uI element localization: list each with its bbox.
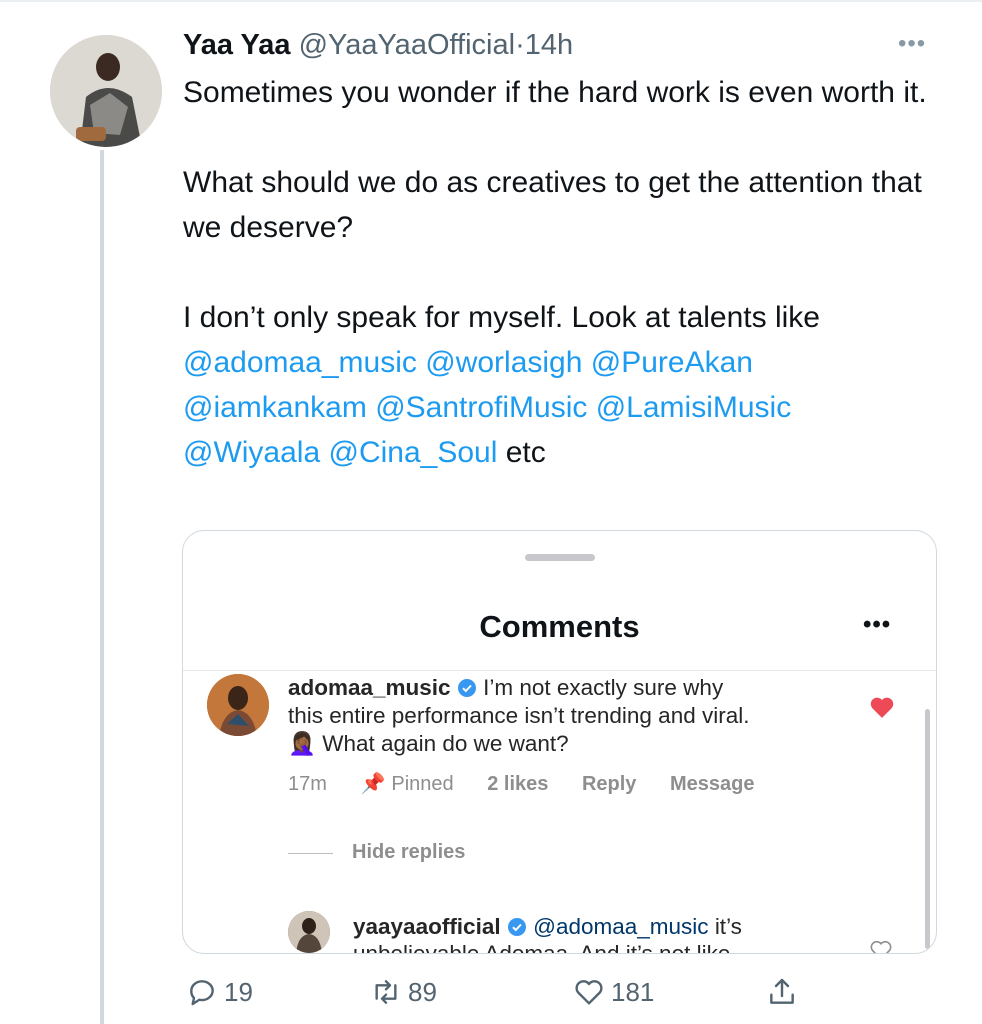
comment-text-line-3: What again do we want? [322, 731, 569, 756]
reply-button[interactable]: 19 [186, 976, 253, 1008]
media-attachment[interactable]: Comments ••• adomaa_music I’m not exactl… [182, 530, 937, 954]
tweet-paragraph-3-text: I don’t only speak for myself. Look at t… [183, 301, 820, 334]
verified-badge-icon [457, 679, 476, 697]
more-options-icon[interactable]: ••• [898, 30, 926, 58]
reply-avatar [288, 911, 330, 953]
sheet-grabber-handle [525, 554, 595, 561]
reply-username: yaayaaofficial [353, 914, 501, 939]
hide-replies-label: Hide replies [352, 841, 466, 863]
pinned-label: Pinned [391, 773, 454, 795]
heart-icon [575, 980, 603, 1005]
tweet-header: Yaa Yaa @YaaYaaOfficial·14h [183, 26, 573, 64]
facepalm-emoji: 🤦🏾‍♀️ [288, 731, 317, 756]
pinned-comment: adomaa_music I’m not exactly sure why th… [288, 674, 808, 758]
reply-icon [190, 980, 214, 1006]
comment-username: adomaa_music [288, 675, 451, 700]
comments-divider [183, 670, 936, 671]
share-icon [770, 978, 794, 1004]
separator-dot: · [515, 29, 525, 61]
retweet-button[interactable]: 89 [370, 976, 437, 1008]
author-handle[interactable]: @YaaYaaOfficial [299, 29, 515, 61]
tweet-body: Sometimes you wonder if the hard work is… [183, 70, 953, 475]
comment-message-label: Message [669, 773, 755, 795]
mention-link[interactable]: @Wiyaala [183, 436, 320, 469]
tweet-paragraph-1: Sometimes you wonder if the hard work is… [183, 76, 927, 109]
comment-time: 17m [288, 773, 327, 795]
thread-connector-line [100, 150, 104, 1024]
like-count: 181 [611, 976, 655, 1007]
reply-mention: @adomaa_music [533, 914, 709, 939]
mention-link[interactable]: @adomaa_music [183, 346, 417, 379]
pin-icon: 📌 [360, 773, 386, 795]
tweet-paragraph-2: What should we do as creatives to get th… [183, 166, 922, 244]
heart-outline-icon [870, 940, 892, 953]
mention-link[interactable]: @worlasigh [425, 346, 582, 379]
reply-count: 19 [224, 976, 253, 1007]
verified-badge-icon [507, 918, 526, 936]
comment-text-line-2: this entire performance isn’t trending a… [288, 703, 750, 728]
share-button[interactable] [766, 976, 804, 1008]
reply-text-line-2: unbelievable Adomaa. And it’s not like [353, 941, 731, 954]
avatar-image [50, 35, 162, 147]
trailing-text: etc [505, 436, 546, 469]
scrollbar [925, 709, 930, 949]
top-divider [0, 0, 982, 2]
comment-reply-label: Reply [581, 773, 637, 795]
mention-link[interactable]: @Cina_Soul [329, 436, 498, 469]
comment-meta: 17m 📌 Pinned 2 likes Reply Message [288, 771, 782, 796]
retweet-count: 89 [408, 976, 437, 1007]
comments-more-icon: ••• [863, 611, 892, 638]
tweet-timestamp[interactable]: 14h [525, 29, 573, 61]
mention-link[interactable]: @SantrofiMusic [375, 391, 587, 424]
comments-title: Comments [479, 609, 640, 644]
tweet-action-bar: 19 89 181 [0, 976, 982, 1016]
retweet-icon [375, 980, 397, 1004]
comment-text-line-1: I’m not exactly sure why [483, 675, 724, 700]
mention-link[interactable]: @iamkankam [183, 391, 367, 424]
mention-link[interactable]: @PureAkan [591, 346, 753, 379]
commenter-avatar [207, 674, 269, 736]
author-avatar[interactable] [50, 35, 162, 147]
comment-likes: 2 likes [487, 773, 549, 795]
like-button[interactable]: 181 [573, 976, 654, 1008]
replies-line [288, 853, 333, 854]
reply-comment: yaayaaofficial @adomaa_music it’s [353, 913, 742, 941]
tweet-paragraph-3: I don’t only speak for myself. Look at t… [183, 295, 953, 475]
author-name[interactable]: Yaa Yaa [183, 29, 291, 61]
reply-text: it’s [714, 914, 742, 939]
liked-heart-icon [870, 697, 894, 718]
mention-link[interactable]: @LamisiMusic [596, 391, 791, 424]
